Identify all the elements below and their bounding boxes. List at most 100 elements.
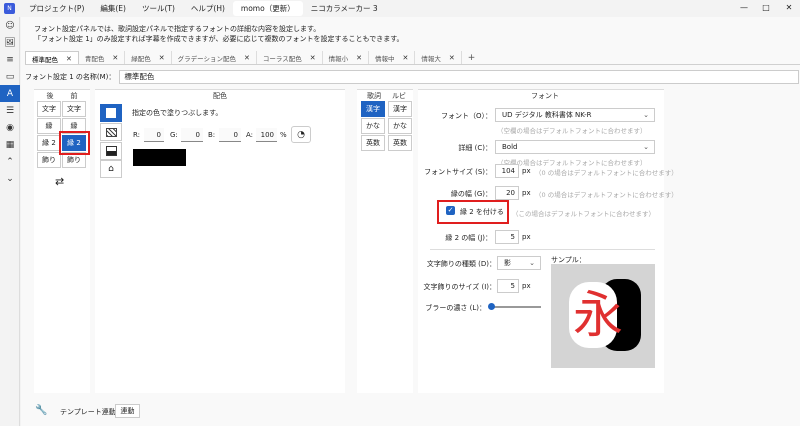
gradient-icon: [105, 146, 117, 156]
name-input[interactable]: 標準配色: [119, 69, 800, 84]
menu-project[interactable]: プロジェクト(P): [21, 3, 92, 14]
maximize-button[interactable]: □: [758, 3, 774, 12]
b-input[interactable]: 0: [219, 128, 241, 142]
header-lyrics: 歌詞: [367, 92, 381, 100]
before-text-button[interactable]: 文字: [62, 101, 86, 117]
minimize-button[interactable]: —: [736, 3, 752, 12]
deco-size-unit: px: [522, 282, 531, 290]
deco-type-dropdown[interactable]: 影 ⌄: [497, 256, 541, 270]
image-fill-icon: ⌂: [108, 164, 114, 174]
after-text-button[interactable]: 文字: [37, 101, 61, 117]
menu-edit[interactable]: 編集(E): [92, 3, 134, 14]
align-icon[interactable]: ☰: [0, 102, 20, 119]
swap-icon[interactable]: ⇄: [55, 175, 64, 188]
fill-gradient-button[interactable]: [100, 142, 122, 160]
tab-info-small[interactable]: 情報小 ✕: [323, 51, 369, 65]
edge-label: 縁の幅 (G)：: [450, 190, 492, 198]
tab-standard[interactable]: 標準配色 ✕: [25, 51, 79, 65]
edge-input[interactable]: 20: [495, 186, 519, 200]
deco-type-value: 影: [504, 259, 511, 267]
tab-divider: [25, 64, 800, 65]
chevron-down-icon: ⌄: [643, 143, 649, 151]
link-button[interactable]: 連動: [115, 404, 140, 418]
chevron-down-icon[interactable]: ⌄: [0, 170, 20, 187]
palette-icon[interactable]: ◔: [291, 126, 311, 143]
font-value: UD デジタル 教科書体 NK-R: [502, 111, 592, 119]
fill-pattern-button[interactable]: [100, 123, 122, 141]
close-icon[interactable]: ✕: [66, 55, 72, 63]
menu-help[interactable]: ヘルプ(H): [183, 3, 233, 14]
tab-label: 青配色: [84, 55, 105, 63]
name-row: フォント設定 1 の名称(M)： 標準配色: [21, 69, 800, 84]
tab-info-large[interactable]: 情報大 ✕: [415, 51, 462, 65]
eye-icon[interactable]: ◉: [0, 119, 20, 136]
tab-chorus[interactable]: コーラス配色 ✕: [257, 51, 323, 65]
detail-dropdown[interactable]: Bold ⌄: [495, 140, 655, 154]
edge2-check-hint: （この場合はデフォルトフォントに合わせます）: [512, 210, 655, 218]
deco-size-label: 文字飾りのサイズ (I)：: [423, 283, 496, 291]
edge2-input[interactable]: 5: [495, 230, 519, 244]
fill-solid-button[interactable]: [100, 104, 122, 122]
close-icon[interactable]: ✕: [449, 54, 455, 62]
ruby-kana-button[interactable]: かな: [388, 118, 412, 134]
color-swatch[interactable]: [133, 149, 186, 166]
playlist-icon[interactable]: ≡: [0, 51, 20, 68]
comment-icon[interactable]: ▭: [0, 68, 20, 85]
a-input[interactable]: 100: [256, 128, 277, 142]
blur-label: ブラーの濃さ (L)：: [425, 304, 486, 312]
deco-type-label: 文字飾りの種類 (D)：: [426, 260, 496, 268]
close-icon[interactable]: ✕: [403, 54, 409, 62]
edge-unit: px: [522, 189, 531, 197]
after-edge2-button[interactable]: 縁 2: [37, 135, 61, 151]
tab-label: グラデーション配色: [177, 55, 236, 63]
highlight-box-edge2-check: [437, 200, 509, 224]
blur-slider-track[interactable]: [489, 306, 541, 308]
tab-blue[interactable]: 青配色 ✕: [79, 51, 126, 65]
r-input[interactable]: 0: [144, 128, 164, 142]
fill-image-button[interactable]: ⌂: [100, 160, 122, 178]
lyrics-alnum-button[interactable]: 英数: [361, 135, 385, 151]
after-deco-button[interactable]: 飾り: [37, 152, 61, 168]
edge-hint: （0 の場合はデフォルトフォントに合わせます）: [535, 191, 678, 199]
tab-label: コーラス配色: [262, 55, 302, 63]
g-label: G:: [170, 131, 178, 139]
app-icon: N: [4, 3, 15, 14]
solid-fill-icon: [106, 108, 116, 118]
close-icon[interactable]: ✕: [159, 54, 165, 62]
lyrics-kanji-button[interactable]: 漢字: [361, 101, 385, 117]
title-bar: N プロジェクト(P) 編集(E) ツール(T) ヘルプ(H) momo（更新）…: [0, 0, 800, 17]
tab-label: 情報大: [421, 55, 441, 63]
tab-label: 情報中: [375, 55, 395, 63]
lyrics-kana-button[interactable]: かな: [361, 118, 385, 134]
blur-slider-thumb[interactable]: [488, 303, 495, 310]
close-icon[interactable]: ✕: [244, 54, 250, 62]
font-dropdown[interactable]: UD デジタル 教科書体 NK-R ⌄: [495, 108, 655, 122]
detail-hint: （空欄の場合はデフォルトフォントに合わせます）: [497, 159, 647, 167]
image-icon[interactable]: 🖼: [0, 34, 20, 51]
g-input[interactable]: 0: [181, 128, 203, 142]
color-header: 配色: [213, 92, 227, 100]
deco-size-input[interactable]: 5: [497, 279, 519, 293]
layout-icon[interactable]: ▦: [0, 136, 20, 153]
font-hint: （空欄の場合はデフォルトフォントに合わせます）: [497, 127, 647, 135]
tab-info-medium[interactable]: 情報中 ✕: [369, 51, 416, 65]
chevron-down-icon: ⌄: [643, 111, 649, 119]
close-icon[interactable]: ✕: [310, 54, 316, 62]
tab-gradient[interactable]: グラデーション配色 ✕: [172, 51, 257, 65]
font-settings-icon[interactable]: A: [0, 85, 20, 102]
menu-tools[interactable]: ツール(T): [134, 3, 183, 14]
size-input[interactable]: 104: [495, 164, 519, 178]
tab-label: 緑配色: [131, 55, 151, 63]
chevron-up-icon[interactable]: ⌃: [0, 153, 20, 170]
close-icon[interactable]: ✕: [112, 54, 118, 62]
after-edge-button[interactable]: 縁: [37, 118, 61, 134]
document-tab[interactable]: momo（更新）: [232, 1, 303, 16]
ruby-alnum-button[interactable]: 英数: [388, 135, 412, 151]
tab-green[interactable]: 緑配色 ✕: [125, 51, 172, 65]
close-icon[interactable]: ✕: [356, 54, 362, 62]
smiley-icon[interactable]: ☺: [0, 17, 20, 34]
size-hint: （0 の場合はデフォルトフォントに合わせます）: [535, 169, 678, 177]
close-button[interactable]: ✕: [781, 3, 797, 12]
add-tab-button[interactable]: +: [462, 51, 482, 65]
ruby-kanji-button[interactable]: 漢字: [388, 101, 412, 117]
